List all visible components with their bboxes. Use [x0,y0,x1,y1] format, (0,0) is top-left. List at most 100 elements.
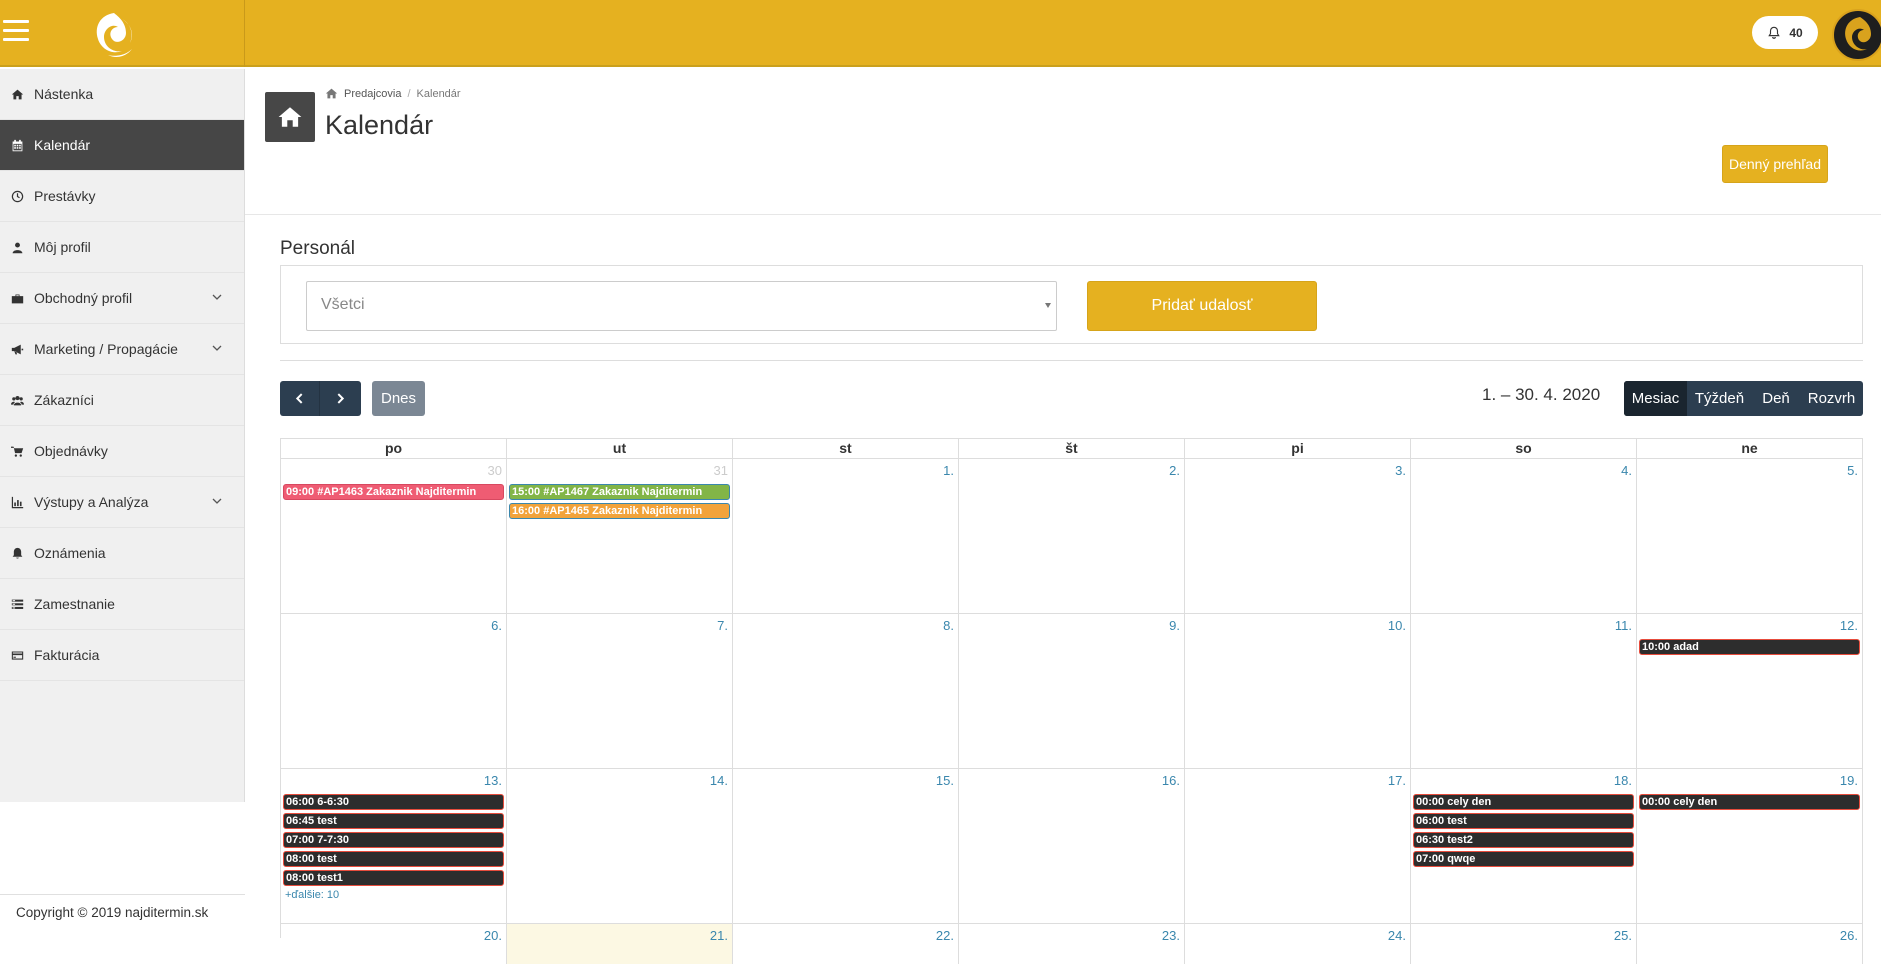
sidebar-item-label: Marketing / Propagácie [34,341,178,357]
calendar-event[interactable]: 08:00 test1 [283,870,504,886]
today-button[interactable]: Dnes [372,381,425,416]
avatar[interactable] [1832,9,1881,61]
more-events-link[interactable]: +ďalšie: 10 [283,889,504,901]
day-number[interactable]: 11. [1615,618,1632,633]
calendar-day-cell[interactable]: 6. [281,614,507,768]
home-icon [278,107,302,127]
calendar-day-cell[interactable]: 14. [507,769,733,923]
calendar-day-cell[interactable]: 17. [1185,769,1411,923]
calendar-day-cell[interactable]: 2. [959,459,1185,613]
calendar-day-cell[interactable]: 23. [959,924,1185,964]
calendar-day-cell[interactable]: 8. [733,614,959,768]
day-number[interactable]: 7. [717,618,728,633]
day-number[interactable]: 14. [710,773,728,788]
view-week-button[interactable]: Týždeň [1687,381,1752,416]
calendar-day-cell[interactable]: 9. [959,614,1185,768]
sidebar-item-zakaznici[interactable]: Zákazníci [0,375,244,426]
day-number[interactable]: 15. [936,773,954,788]
calendar-event[interactable]: 00:00 cely den [1639,794,1860,810]
calendar-event[interactable]: 08:00 test [283,851,504,867]
sidebar-item-label: Nástenka [34,86,94,102]
day-number[interactable]: 2. [1169,463,1180,478]
calendar-event[interactable]: 15:00 #AP1467 Zakaznik Najditermin [509,484,730,500]
calendar-day-cell-today[interactable]: 21. [507,924,733,964]
calendar-event[interactable]: 07:00 qwqe [1413,851,1634,867]
sidebar-item-obchodny-profil[interactable]: Obchodný profil [0,273,244,324]
daily-overview-button[interactable]: Denný prehľad [1722,145,1828,183]
calendar-event[interactable]: 09:00 #AP1463 Zakaznik Najditermin [283,484,504,500]
calendar-day-cell[interactable]: 11. [1411,614,1637,768]
calendar-day-cell[interactable]: 16. [959,769,1185,923]
event-title: #AP1465 Zakaznik Najditermin [543,505,703,517]
day-number[interactable]: 17. [1388,773,1406,788]
calendar-event[interactable]: 00:00 cely den [1413,794,1634,810]
add-event-button[interactable]: Pridať udalosť [1087,281,1317,331]
calendar-day-cell[interactable]: 3. [1185,459,1411,613]
calendar-day-cell[interactable]: 24. [1185,924,1411,964]
calendar-event[interactable]: 06:45 test [283,813,504,829]
day-number[interactable]: 4. [1621,463,1632,478]
sidebar-item-prestavky[interactable]: Prestávky [0,171,244,222]
calendar-event[interactable]: 06:30 test2 [1413,832,1634,848]
sidebar-item-objednavky[interactable]: Objednávky [0,426,244,477]
day-number[interactable]: 3. [1395,463,1406,478]
day-number[interactable]: 12. [1840,618,1858,633]
sidebar-item-fakturacia[interactable]: Fakturácia [0,630,244,681]
calendar-day-cell[interactable]: 20. [281,924,507,964]
calendar-event[interactable]: 07:00 7-7:30 [283,832,504,848]
notifications-button[interactable]: 40 [1752,16,1818,49]
day-number[interactable]: 1. [943,463,954,478]
calendar-day-cell[interactable]: 4. [1411,459,1637,613]
view-day-button[interactable]: Deň [1752,381,1800,416]
event-time: 10:00 [1642,641,1674,653]
day-number[interactable]: 19. [1840,773,1858,788]
day-number[interactable]: 5. [1847,463,1858,478]
calendar-day-cell[interactable]: 12. 10:00 adad [1637,614,1863,768]
prev-button[interactable] [280,381,320,416]
calendar-day-cell[interactable]: 15. [733,769,959,923]
day-number[interactable]: 10. [1388,618,1406,633]
calendar-day-cell[interactable]: 31 15:00 #AP1467 Zakaznik Najditermin 16:0… [507,459,733,613]
sidebar-item-oznamenia[interactable]: Oznámenia [0,528,244,579]
day-number[interactable]: 13. [484,773,502,788]
day-number[interactable]: 8. [943,618,954,633]
calendar-day-cell[interactable]: 5. [1637,459,1863,613]
sidebar-item-moj-profil[interactable]: Môj profil [0,222,244,273]
calendar-event[interactable]: 16:00 #AP1465 Zakaznik Najditermin [509,503,730,519]
view-schedule-button[interactable]: Rozvrh [1800,381,1863,416]
sidebar-item-zamestnanie[interactable]: Zamestnanie [0,579,244,630]
calendar-event[interactable]: 10:00 adad [1639,639,1860,655]
event-time: 06:30 [1416,834,1448,846]
hamburger-menu-icon[interactable] [3,20,29,44]
calendar-day-cell[interactable]: 7. [507,614,733,768]
calendar-day-cell[interactable]: 19. 00:00 cely den [1637,769,1863,923]
calendar-day-cell[interactable]: 30 09:00 #AP1463 Zakaznik Najditermin [281,459,507,613]
next-button[interactable] [320,381,360,416]
calendar-day-cell[interactable]: 18. 00:00 cely den 06:00 test 06:30 test2 07… [1411,769,1637,923]
day-number[interactable]: 30 [488,463,502,478]
calendar-event[interactable]: 06:00 test [1413,813,1634,829]
view-month-button[interactable]: Mesiac [1624,381,1687,416]
sidebar-item-marketing[interactable]: Marketing / Propagácie [0,324,244,375]
day-number[interactable]: 9. [1169,618,1180,633]
day-number[interactable]: 18. [1614,773,1632,788]
calendar-day-cell[interactable]: 22. [733,924,959,964]
sidebar-item-label: Oznámenia [34,545,106,561]
calendar-day-cell[interactable]: 10. [1185,614,1411,768]
event-time: 07:00 [1416,853,1448,865]
calendar-day-cell[interactable]: 26. [1637,924,1863,964]
sidebar-item-nastenka[interactable]: Nástenka [0,69,244,120]
staff-select[interactable]: Všetci [306,281,1057,331]
calendar-event[interactable]: 06:00 6-6:30 [283,794,504,810]
event-title: test [317,853,337,865]
day-number[interactable]: 16. [1162,773,1180,788]
breadcrumb-home-link[interactable]: Predajcovia [344,88,401,100]
sidebar-item-kalendar[interactable]: Kalendár [0,120,244,171]
event-time: 08:00 [286,872,318,884]
calendar-day-cell[interactable]: 25. [1411,924,1637,964]
day-number[interactable]: 6. [491,618,502,633]
sidebar-item-vystupy[interactable]: Výstupy a Analýza [0,477,244,528]
day-number[interactable]: 31 [714,463,728,478]
calendar-day-cell[interactable]: 1. [733,459,959,613]
calendar-day-cell[interactable]: 13. 06:00 6-6:30 06:45 test 07:00 7-7:30 08:… [281,769,507,923]
